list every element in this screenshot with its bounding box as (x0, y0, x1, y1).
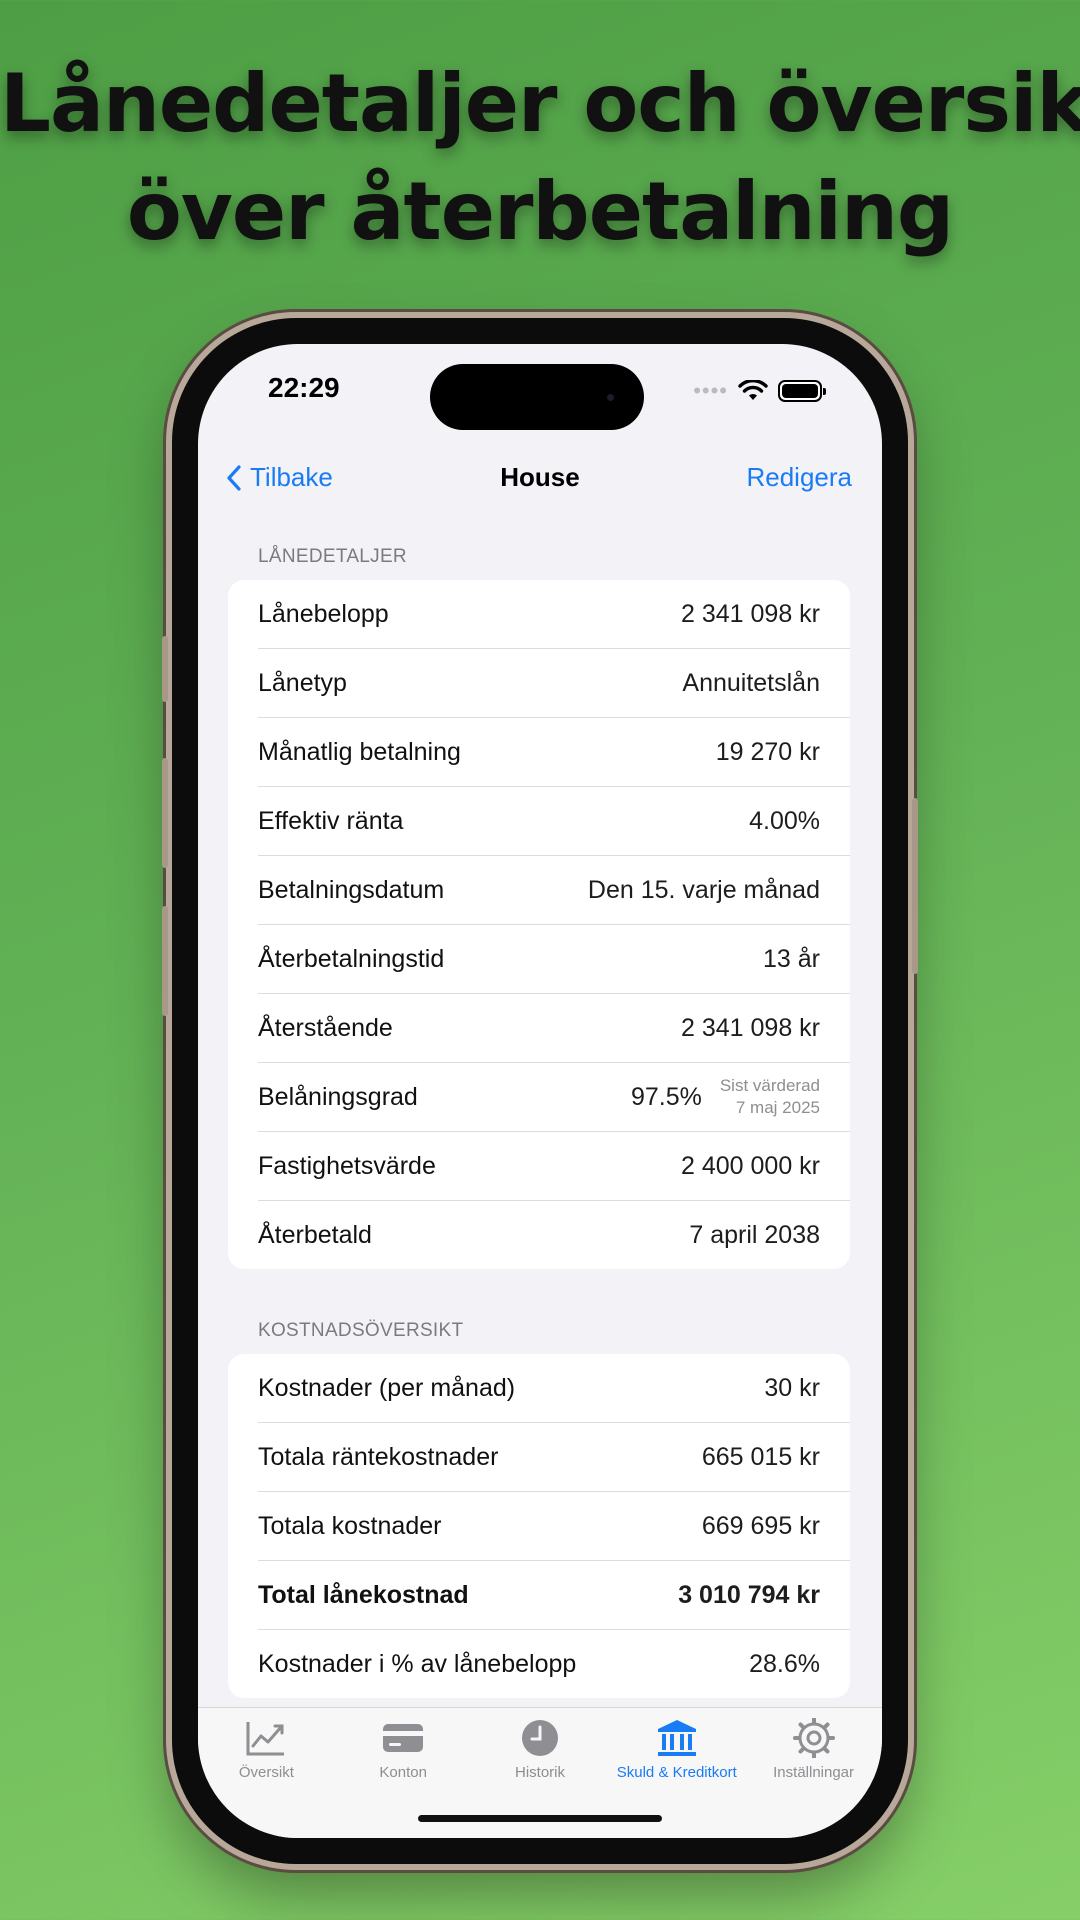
dynamic-island (430, 364, 644, 430)
cost-overview-card: Kostnader (per månad) 30 kr Totala ränte… (228, 1354, 850, 1698)
bank-icon (657, 1720, 696, 1756)
remaining-row: Återstående 2 341 098 kr (258, 993, 850, 1062)
battery-icon (778, 380, 826, 402)
tab-history[interactable]: Historik (472, 1718, 609, 1781)
credit-card-icon (383, 1724, 424, 1752)
screen: 22:29 •••• Tilbake House Redigera LÅNEDE… (198, 344, 882, 1838)
headline-line-2: över återbetalning (126, 165, 954, 258)
row-value: 97.5% (630, 1082, 702, 1111)
row-label: Fastighetsvärde (258, 1151, 436, 1180)
loan-amount-row: Lånebelopp 2 341 098 kr (258, 580, 850, 648)
row-label: Återstående (258, 1013, 393, 1042)
row-label: Betalningsdatum (258, 875, 445, 904)
navigation-bar: Tilbake House Redigera (198, 444, 882, 516)
row-label: Lånebelopp (258, 599, 389, 628)
repaid-date-row: Återbetald 7 april 2038 (258, 1200, 850, 1269)
row-value: 665 015 kr (701, 1442, 820, 1471)
row-value: 13 år (763, 944, 820, 973)
home-indicator[interactable] (418, 1815, 662, 1822)
row-value: 2 341 098 kr (681, 599, 820, 628)
valuation-note-line-1: Sist värderad (719, 1076, 820, 1095)
property-value-row: Fastighetsvärde 2 400 000 kr (258, 1131, 850, 1200)
row-label: Återbetald (258, 1220, 372, 1249)
tab-label: Skuld & Kreditkort (616, 1764, 737, 1781)
edit-button[interactable]: Redigera (746, 462, 852, 493)
tab-settings[interactable]: Inställningar (745, 1718, 882, 1781)
tab-label: Översikt (238, 1764, 294, 1781)
row-value: 3 010 794 kr (678, 1580, 820, 1609)
row-label: Lånetyp (258, 668, 347, 697)
payment-date-row: Betalningsdatum Den 15. varje månad (258, 855, 850, 924)
status-icons: •••• (693, 378, 826, 403)
status-time: 22:29 (268, 372, 340, 403)
row-value: 7 april 2038 (689, 1220, 820, 1249)
row-value: 19 270 kr (715, 737, 820, 766)
row-value: 4.00% (749, 806, 820, 835)
cost-percentage-row: Kostnader i % av lånebelopp 28.6% (258, 1629, 850, 1698)
row-value: 2 341 098 kr (681, 1013, 820, 1042)
row-label: Kostnader (per månad) (258, 1373, 516, 1402)
action-button (162, 636, 168, 702)
effective-rate-row: Effektiv ränta 4.00% (258, 786, 850, 855)
row-label: Belåningsgrad (258, 1082, 418, 1111)
row-label: Totala räntekostnader (258, 1442, 499, 1471)
volume-up-button (162, 758, 168, 868)
headline-line-1: Lånedetaljer och översikt (0, 57, 1080, 150)
tab-label: Historik (514, 1764, 565, 1781)
tab-bar: Översikt Konton Historik Skuld & Kreditk… (198, 1707, 882, 1838)
row-label: Effektiv ränta (258, 806, 404, 835)
tab-overview[interactable]: Översikt (198, 1718, 335, 1781)
signal-icon: •••• (693, 378, 728, 403)
cost-overview-header: KOSTNADSÖVERSIKT (258, 1320, 464, 1341)
row-label: Total lånekostnad (258, 1580, 469, 1609)
row-value: 669 695 kr (701, 1511, 820, 1540)
row-value: 28.6% (749, 1649, 820, 1678)
monthly-costs-row: Kostnader (per månad) 30 kr (258, 1354, 850, 1422)
headline: Lånedetaljer och översikt över återbetal… (0, 50, 1080, 266)
wifi-icon (738, 380, 768, 400)
total-interest-row: Totala räntekostnader 665 015 kr (258, 1422, 850, 1491)
gear-icon (792, 1718, 835, 1758)
row-label: Återbetalningstid (258, 944, 445, 973)
row-value: 30 kr (764, 1373, 820, 1402)
row-label: Månatlig betalning (258, 737, 461, 766)
row-value: Annuitetslån (682, 668, 820, 697)
tab-debt-credit-cards[interactable]: Skuld & Kreditkort (608, 1718, 745, 1781)
repayment-period-row: Återbetalningstid 13 år (258, 924, 850, 993)
volume-down-button (162, 906, 168, 1016)
valuation-note-line-2: 7 maj 2025 (735, 1098, 820, 1117)
power-button (912, 798, 918, 974)
tab-label: Konton (379, 1764, 427, 1781)
total-loan-cost-row: Total lånekostnad 3 010 794 kr (258, 1560, 850, 1629)
row-label: Totala kostnader (258, 1511, 442, 1540)
loan-details-card: Lånebelopp 2 341 098 kr Lånetyp Annuitet… (228, 580, 850, 1269)
loan-details-header: LÅNEDETALJER (258, 546, 407, 567)
row-label: Kostnader i % av lånebelopp (258, 1649, 577, 1678)
total-costs-row: Totala kostnader 669 695 kr (258, 1491, 850, 1560)
chart-line-icon (246, 1722, 285, 1756)
monthly-payment-row: Månatlig betalning 19 270 kr (258, 717, 850, 786)
clock-icon (521, 1720, 558, 1756)
loan-to-value-row: Belåningsgrad 97.5% Sist värderad 7 maj … (258, 1062, 850, 1131)
row-value: Den 15. varje månad (587, 875, 820, 904)
valuation-note: Sist värderad 7 maj 2025 (720, 1075, 820, 1119)
loan-type-row: Lånetyp Annuitetslån (258, 648, 850, 717)
tab-label: Inställningar (773, 1764, 855, 1781)
row-value: 2 400 000 kr (681, 1151, 820, 1180)
phone-frame: 22:29 •••• Tilbake House Redigera LÅNEDE… (162, 318, 918, 1864)
tab-accounts[interactable]: Konton (335, 1718, 472, 1781)
